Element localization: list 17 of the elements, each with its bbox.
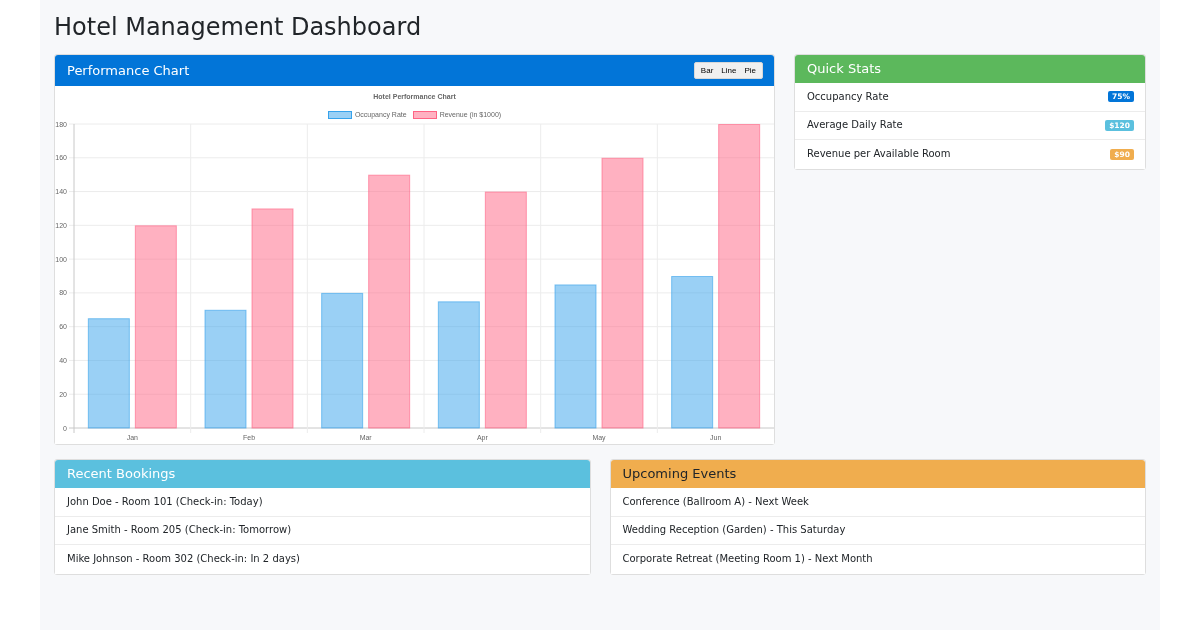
list-item-text: John Doe - Room 101 (Check-in: Today): [67, 495, 263, 508]
list-item-text: Corporate Retreat (Meeting Room 1) - Next Month: [622, 553, 873, 566]
list-item-text: Wedding Reception (Garden) - This Saturday: [622, 524, 846, 537]
card-title: Performance Chart: [67, 62, 190, 79]
card-title: Upcoming Events: [622, 466, 737, 482]
chart-type-button[interactable]: Bar: [696, 63, 718, 78]
card-title: Quick Stats: [807, 61, 882, 77]
list-item-text: Revenue per Available Room: [807, 148, 951, 161]
chart-type-button[interactable]: Pie: [740, 63, 760, 78]
list-item-text: Conference (Ballroom A) - Next Week: [622, 495, 809, 508]
list-item-text: Mike Johnson - Room 302 (Check-in: In 2 days): [67, 553, 300, 566]
chart-type-button[interactable]: Line: [717, 63, 741, 78]
card-title: Recent Bookings: [67, 466, 176, 482]
list-item-text: Jane Smith - Room 205 (Check-in: Tomorrow): [67, 524, 292, 537]
list-item-text: Average Daily Rate: [807, 119, 903, 132]
list-item-text: Occupancy Rate: [807, 90, 889, 103]
page-title: Hotel Management Dashboard: [54, 12, 422, 42]
